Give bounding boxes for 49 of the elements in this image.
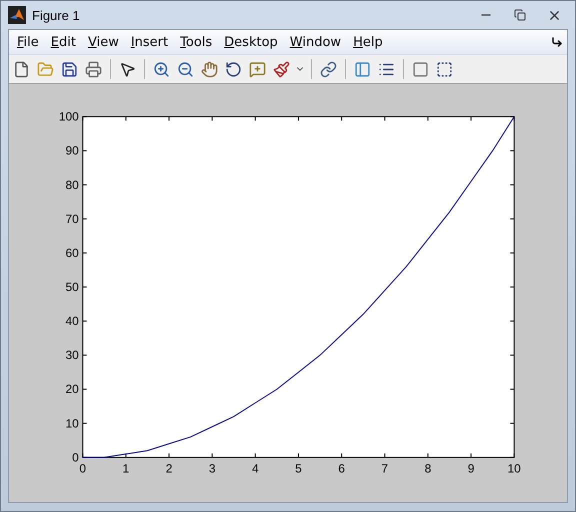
x-tick-label: 3	[208, 461, 216, 476]
colorbar-icon	[354, 60, 371, 78]
zoom-out-icon	[177, 60, 194, 78]
menu-item[interactable]: Edit	[46, 32, 84, 52]
menu-item[interactable]: View	[84, 32, 127, 52]
x-tick-label: 2	[166, 461, 172, 476]
dock-arrow-icon[interactable]	[551, 36, 563, 48]
zoom-in-icon	[153, 60, 170, 78]
data-cursor-icon	[249, 60, 266, 78]
pointer-icon	[119, 60, 136, 78]
y-tick-label: 0	[72, 450, 79, 464]
rotate-icon	[225, 60, 242, 78]
restore-icon[interactable]	[514, 9, 526, 21]
menu-item[interactable]: Window	[286, 32, 350, 52]
x-tick-label: 1	[122, 461, 130, 476]
y-tick-label: 20	[65, 382, 79, 396]
x-tick-label: 8	[424, 461, 432, 476]
x-tick-label: 10	[508, 461, 521, 476]
app-logo-icon	[8, 6, 26, 24]
x-tick-label: 6	[338, 461, 345, 476]
y-tick-label: 50	[65, 280, 79, 294]
y-tick-label: 100	[58, 110, 79, 124]
link-icon	[320, 60, 337, 78]
y-tick-label: 10	[65, 416, 79, 430]
x-tick-label: 7	[381, 461, 388, 476]
menu-item[interactable]: Insert	[126, 32, 176, 52]
y-tick-label: 30	[65, 348, 79, 362]
new-file-icon	[13, 60, 30, 78]
folder-icon	[37, 60, 54, 78]
panel-icon	[436, 60, 453, 78]
x-tick-label: 0	[79, 461, 86, 476]
window-title: Figure 1	[32, 8, 80, 22]
brush-icon	[273, 60, 290, 78]
x-tick-label: 5	[295, 461, 302, 476]
square-icon	[412, 60, 429, 78]
y-tick-label: 90	[65, 144, 79, 158]
y-tick-label: 40	[65, 314, 79, 328]
save-icon	[61, 60, 78, 78]
menu-item[interactable]: Tools	[176, 32, 220, 52]
x-tick-label: 4	[252, 461, 259, 476]
printer-icon	[85, 60, 102, 78]
y-tick-label: 60	[65, 246, 79, 260]
menu-item[interactable]: File	[13, 32, 47, 52]
y-tick-label: 70	[65, 212, 79, 226]
menu-item[interactable]: Desktop	[220, 32, 286, 52]
hand-icon	[201, 60, 218, 78]
y-tick-label: 80	[65, 178, 79, 192]
menu-item[interactable]: Help	[349, 32, 391, 52]
x-tick-label: 9	[468, 461, 474, 476]
